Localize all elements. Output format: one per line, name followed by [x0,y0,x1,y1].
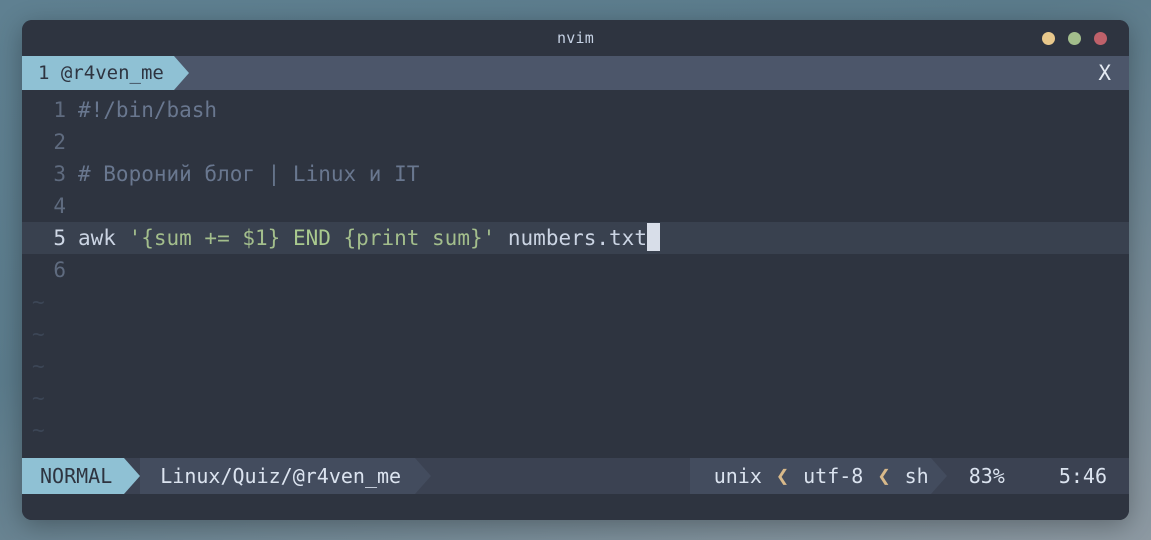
filler-row: ~ [22,350,1129,382]
status-mode: NORMAL [22,458,125,494]
status-tail-group: 83% 5:46 [946,458,1129,494]
line-number: 3 [53,162,66,186]
line-number: 4 [53,194,66,218]
nvim-window: nvim 1 @r4ven_me X 1 #!/bin/bash 2 3 # В… [22,20,1129,520]
status-position: 5:46 [1058,464,1107,488]
status-percent: 83% [968,464,1005,488]
filetype-arrow-icon [930,458,947,494]
chevron-left-icon: ❮ [775,463,790,489]
filler-row: ~ [22,382,1129,414]
tilde-marker: ~ [32,322,45,346]
text-cursor [646,223,660,251]
window-controls [1042,20,1107,56]
line-number: 1 [53,98,66,122]
editor-line: 2 [22,126,1129,158]
filler-row: ~ [22,414,1129,446]
line-content: awk '{sum += $1} END {print sum}' number… [78,222,660,254]
mode-arrow-icon [124,458,141,494]
tilde-marker: ~ [32,354,45,378]
status-encoding: utf-8 [803,464,864,488]
close-button[interactable] [1094,31,1107,45]
token-keyword: END [292,226,344,250]
status-fileformat: unix [713,464,762,488]
chevron-left-icon: ❮ [877,463,891,489]
window-bottom-padding [22,494,1129,520]
editor-line: 4 [22,190,1129,222]
tab-arrow-icon [173,56,189,90]
line-content: #!/bin/bash [78,98,218,122]
token-command: awk [78,226,129,250]
tab-close-button[interactable]: X [1098,56,1111,90]
token-string: '{sum += $1} [128,226,293,250]
tab-bar: 1 @r4ven_me X [22,56,1129,90]
token-filename: numbers.txt [495,226,647,250]
tilde-marker: ~ [32,386,45,410]
editor-line: 1 #!/bin/bash [22,94,1129,126]
editor-buffer[interactable]: 1 #!/bin/bash 2 3 # Вороний блог | Linux… [22,90,1129,458]
status-filepath: Linux/Quiz/@r4ven_me [140,458,416,494]
title-bar[interactable]: nvim [22,20,1129,56]
editor-line: 6 [22,254,1129,286]
status-spacer [431,458,690,494]
tilde-marker: ~ [32,290,45,314]
status-right-group: unix ❮ utf-8 ❮ sh [689,458,931,494]
filepath-arrow-icon [415,458,432,494]
token-string: {print sum}' [343,226,496,250]
tilde-marker: ~ [32,418,45,442]
editor-line: 3 # Вороний блог | Linux и IT [22,158,1129,190]
status-filetype: sh [904,464,929,488]
editor-line-current: 5 awk '{sum += $1} END {print sum}' numb… [22,222,1129,254]
filler-row: ~ [22,318,1129,350]
maximize-button[interactable] [1068,31,1081,45]
line-number: 5 [53,226,66,250]
status-line: NORMAL Linux/Quiz/@r4ven_me unix ❮ utf-8… [22,458,1129,494]
line-content: # Вороний блог | Linux и IT [78,162,420,186]
line-number: 2 [53,130,66,154]
window-title: nvim [557,29,594,47]
line-number: 6 [53,258,66,282]
tab-r4ven-me[interactable]: 1 @r4ven_me [22,56,174,90]
minimize-button[interactable] [1042,31,1055,45]
filler-row: ~ [22,286,1129,318]
